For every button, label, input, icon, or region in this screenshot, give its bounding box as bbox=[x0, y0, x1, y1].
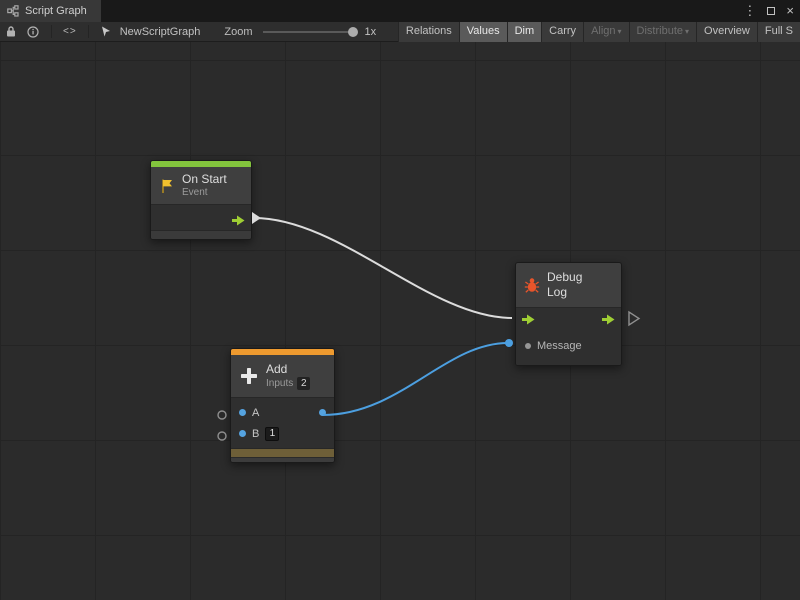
floating-input-hint-b[interactable] bbox=[218, 432, 226, 440]
align-label: Align bbox=[591, 25, 615, 37]
inputs-count-field[interactable]: 2 bbox=[297, 377, 310, 390]
node-title: Debug bbox=[547, 270, 582, 285]
node-ports: Message bbox=[516, 307, 621, 365]
toolbar-button-overview[interactable]: Overview bbox=[696, 22, 757, 42]
toolbar-button-dim[interactable]: Dim bbox=[507, 22, 542, 42]
floating-input-hint-a[interactable] bbox=[218, 411, 226, 419]
lock-icon[interactable] bbox=[5, 25, 17, 38]
node-debug-log[interactable]: Debug Log bbox=[515, 262, 622, 366]
wire-start-nub bbox=[252, 212, 261, 224]
chevron-down-icon: ▾ bbox=[618, 27, 622, 36]
wire-add-to-message[interactable] bbox=[323, 343, 508, 415]
flow-output-port[interactable] bbox=[602, 312, 615, 330]
zoom-slider-handle[interactable] bbox=[348, 27, 358, 37]
toolbar-button-carry[interactable]: Carry bbox=[541, 22, 583, 42]
maximize-icon[interactable] bbox=[767, 0, 775, 22]
graph-canvas[interactable]: On Start Event bbox=[0, 42, 800, 600]
distribute-label: Distribute bbox=[637, 25, 683, 37]
code-view-icon[interactable]: <> bbox=[59, 26, 81, 37]
toolbar-button-relations[interactable]: Relations bbox=[398, 22, 459, 42]
node-header: Add Inputs 2 bbox=[231, 355, 334, 397]
toolbar-button-fullscreen[interactable]: Full S bbox=[757, 22, 800, 42]
node-subtitle: Inputs 2 bbox=[266, 377, 310, 390]
port-row-b: B 1 bbox=[231, 423, 334, 444]
value-input-port-message[interactable] bbox=[525, 343, 531, 349]
menu-icon[interactable]: ⋮ bbox=[743, 0, 756, 22]
node-footer bbox=[231, 457, 334, 462]
close-icon[interactable]: × bbox=[786, 0, 794, 22]
message-port-row: Message bbox=[516, 334, 621, 358]
node-ports bbox=[151, 204, 251, 230]
node-subtitle: Event bbox=[182, 187, 227, 199]
node-title: On Start bbox=[182, 172, 227, 187]
toolbar-buttons: Relations Values Dim Carry Align▾ Distri… bbox=[398, 22, 800, 42]
flow-output-port[interactable] bbox=[232, 213, 245, 231]
script-graph-icon bbox=[7, 5, 19, 17]
maximize-glyph bbox=[767, 7, 775, 15]
flag-icon bbox=[159, 178, 175, 194]
wire-onstart-to-debuglog[interactable] bbox=[254, 218, 512, 318]
node-ports: A B 1 bbox=[231, 397, 334, 448]
toolbar-separator bbox=[51, 25, 52, 38]
toolbar: <> NewScriptGraph Zoom 1x Relations Valu… bbox=[0, 22, 800, 42]
window-titlebar: Script Graph ⋮ × bbox=[0, 0, 800, 22]
flow-continue-hint-icon[interactable] bbox=[629, 312, 639, 325]
chevron-down-icon: ▾ bbox=[685, 27, 689, 36]
info-icon[interactable] bbox=[27, 26, 39, 38]
wire-layer bbox=[0, 42, 800, 600]
graph-name-label[interactable]: NewScriptGraph bbox=[120, 26, 201, 38]
zoom-label: Zoom bbox=[224, 26, 252, 38]
node-add[interactable]: Add Inputs 2 A B 1 bbox=[230, 348, 335, 463]
plus-icon bbox=[239, 366, 259, 386]
node-on-start[interactable]: On Start Event bbox=[150, 160, 252, 240]
node-title: Add bbox=[266, 362, 310, 377]
flow-port-row bbox=[516, 308, 621, 334]
zoom-value: 1x bbox=[365, 26, 377, 38]
node-footer-accent bbox=[231, 448, 334, 457]
tab-title: Script Graph bbox=[25, 5, 87, 17]
tab-script-graph[interactable]: Script Graph bbox=[0, 0, 101, 22]
node-header: Debug Log bbox=[516, 263, 621, 307]
zoom-slider[interactable] bbox=[263, 31, 355, 33]
value-input-port-a[interactable] bbox=[239, 409, 246, 416]
toolbar-button-values[interactable]: Values bbox=[459, 22, 507, 42]
window-controls: ⋮ × bbox=[743, 0, 794, 22]
toolbar-separator bbox=[88, 25, 89, 38]
bug-icon bbox=[524, 277, 540, 294]
wire-end-dot bbox=[505, 339, 513, 347]
port-label: A bbox=[252, 407, 259, 419]
toolbar-button-distribute[interactable]: Distribute▾ bbox=[629, 22, 696, 42]
node-subtitle: Log bbox=[547, 285, 582, 300]
toolbar-button-align[interactable]: Align▾ bbox=[583, 22, 628, 42]
value-output-port[interactable] bbox=[319, 409, 326, 416]
flow-input-port[interactable] bbox=[522, 312, 535, 330]
inputs-label: Inputs bbox=[266, 378, 293, 390]
value-input-port-b[interactable] bbox=[239, 430, 246, 437]
node-header: On Start Event bbox=[151, 167, 251, 204]
port-label: B bbox=[252, 428, 259, 440]
port-b-value-field[interactable]: 1 bbox=[265, 427, 279, 441]
graph-asset-icon bbox=[101, 26, 112, 37]
port-label: Message bbox=[537, 340, 582, 352]
node-footer bbox=[151, 230, 251, 239]
